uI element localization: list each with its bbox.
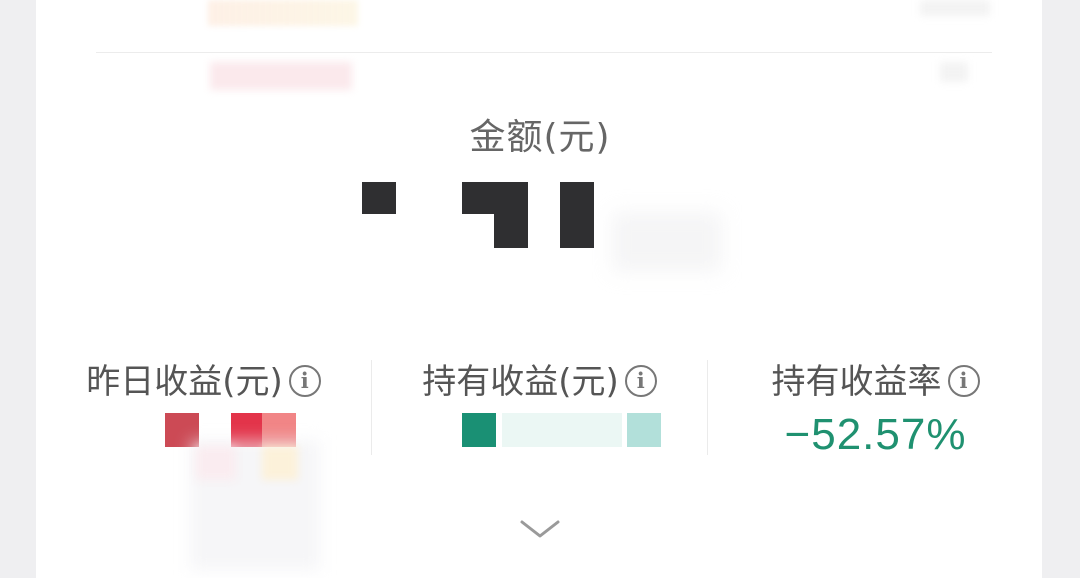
holding-summary-card: [36, 0, 1042, 578]
stat-label: 持有收益(元): [422, 362, 619, 402]
obscured-content: [208, 0, 358, 26]
expand-button[interactable]: [510, 508, 570, 548]
stat-value-masked: [462, 413, 662, 447]
obscured-content: [262, 446, 298, 480]
info-icon[interactable]: i: [947, 364, 980, 397]
stat-label: 持有收益率: [771, 362, 942, 402]
amount-value-masked: [362, 182, 722, 272]
obscured-content: [920, 0, 990, 16]
holding-rate-value: −52.57%: [784, 410, 967, 459]
chevron-down-icon: [520, 520, 560, 538]
mosaic-block: [560, 182, 594, 248]
obscured-content: [940, 62, 968, 82]
mosaic-block: [462, 182, 528, 214]
amount-label: 金额(元): [469, 117, 611, 158]
divider: [96, 52, 992, 53]
stat-label-row: 昨日收益(元) i: [36, 354, 371, 403]
mosaic-block: [362, 182, 396, 214]
mosaic-block: [627, 413, 661, 447]
mosaic-block: [462, 413, 496, 447]
stat-label: 昨日收益(元): [86, 362, 283, 402]
mosaic-block: [494, 214, 528, 248]
info-icon[interactable]: i: [288, 364, 321, 397]
stat-label-row: 持有收益(元) i: [372, 354, 707, 403]
stat-holding-income: 持有收益(元) i: [372, 340, 707, 470]
stats-row: 昨日收益(元) i 持有收益(元) i 持有收益率 i −52.57%: [36, 340, 1042, 470]
obscured-content: [502, 413, 622, 447]
stat-holding-rate: 持有收益率 i −52.57%: [708, 340, 1043, 470]
obscured-content: [612, 212, 722, 272]
stat-label-row: 持有收益率 i: [708, 354, 1043, 403]
info-icon[interactable]: i: [624, 364, 657, 397]
obscured-content: [210, 62, 352, 90]
obscured-content: [196, 446, 236, 480]
